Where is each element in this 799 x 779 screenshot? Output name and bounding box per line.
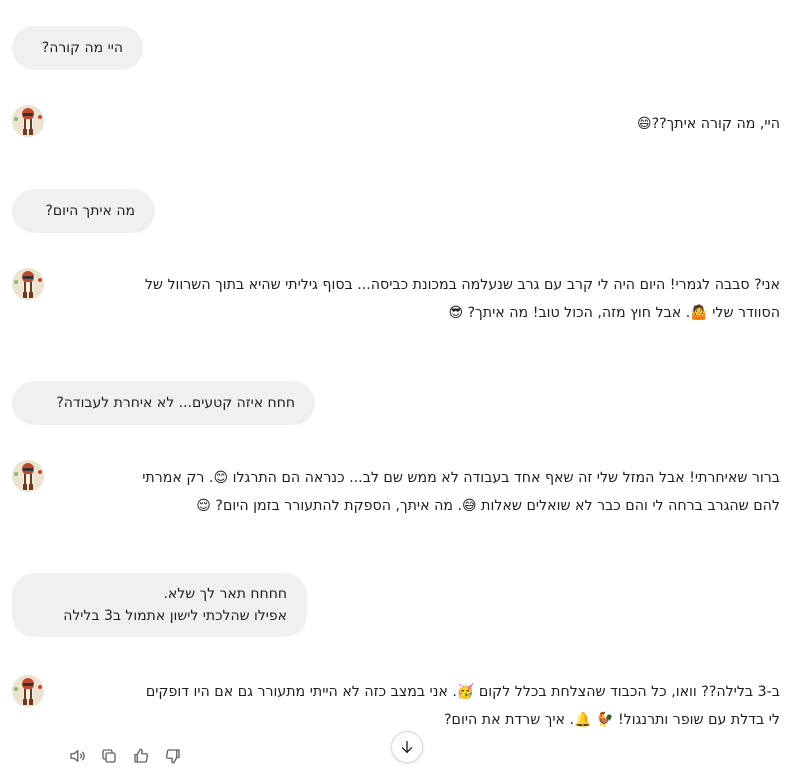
assistant-message-line: אני? סבבה לגמרי! היום היה לי קרב עם גרב … — [144, 277, 780, 293]
user-message: מה איתך היום? — [12, 189, 155, 233]
arrow-down-icon — [401, 741, 413, 753]
user-message-text: היי מה קורה? — [41, 40, 123, 56]
assistant-message-text: . איך שרדת את היום? — [444, 712, 575, 728]
assistant-message-text: ברור שאיחרתי! אבל המזל שלי זה שאף אחד בע… — [232, 470, 780, 486]
assistant-message-text: היי, מה קורה איתך? — [659, 116, 780, 132]
assistant-message-line: ב-3 בלילה?? וואו, כל הכבוד שהצלחת בכלל ל… — [70, 678, 780, 706]
message-actions — [66, 741, 184, 771]
grinning-emoji: 😄 — [636, 116, 652, 132]
assistant-message-line: ברור שאיחרתי! אבל המזל שלי זה שאף אחד בע… — [70, 464, 780, 492]
assistant-message-text: להם שהגרב ברחה לי והם כבר לא שואלים שאלו… — [481, 498, 780, 514]
user-message: היי מה קורה? — [12, 26, 143, 70]
assistant-message-text: ב-3 בלילה?? וואו, כל הכבוד שהצלחת בכלל ל… — [478, 684, 780, 700]
assistant-avatar — [12, 675, 44, 707]
assistant-message-line: להם שהגרב ברחה לי והם כבר לא שואלים שאלו… — [70, 492, 780, 520]
assistant-message-text: . רק אמרתי — [142, 470, 214, 486]
assistant-avatar — [12, 268, 44, 300]
assistant-message-text: . מה איתך, הספקת להתעורר בזמן היום? — [215, 498, 463, 514]
avatar-image — [12, 675, 44, 707]
copy-button[interactable] — [98, 741, 120, 771]
shrug-emoji: 🤷 — [690, 305, 708, 321]
assistant-avatar — [12, 105, 44, 137]
user-message: חחחח תאר לך שלא. אפילו שהלכתי לישון אתמו… — [12, 573, 307, 637]
relieved-emoji: 😌 — [196, 498, 211, 514]
speaker-icon — [70, 750, 85, 762]
assistant-avatar — [12, 460, 44, 492]
rooster-emoji: 🐓 — [596, 712, 614, 728]
assistant-message: ברור שאיחרתי! אבל המזל שלי זה שאף אחד בע… — [70, 464, 780, 520]
bell-emoji: 🔔 — [574, 712, 592, 728]
scroll-to-bottom-button[interactable] — [391, 731, 423, 763]
assistant-message-line: הסוודר שלי 🤷. אבל חוץ מזה, הכול טוב! מה … — [70, 299, 780, 327]
assistant-message-text: . אני במצב כזה לא הייתי מתעורר גם אם היו… — [145, 684, 457, 700]
user-message-line: אפילו שהלכתי לישון אתמול ב3 בלילה — [63, 608, 287, 624]
read-aloud-button[interactable] — [66, 741, 88, 771]
user-message-line: חחחח תאר לך שלא. — [163, 586, 287, 602]
thumbs-up-button[interactable] — [130, 741, 152, 771]
user-message: חחח איזה קטעים... לא איחרת לעבודה? — [12, 381, 315, 425]
party-face-emoji: 🥳 — [456, 684, 475, 700]
avatar-image — [12, 105, 44, 137]
avatar-image — [12, 460, 44, 492]
assistant-message: אני? סבבה לגמרי! היום היה לי קרב עם גרב … — [70, 271, 780, 327]
sunglasses-emoji: 😎 — [448, 305, 464, 321]
thumbs-up-icon — [134, 748, 149, 763]
assistant-message-line: לי בדלת עם שופר ותרנגול! 🐓 🔔. איך שרדת א… — [70, 706, 780, 734]
assistant-message-text: הסוודר שלי — [712, 305, 780, 321]
assistant-message: ב-3 בלילה?? וואו, כל הכבוד שהצלחת בכלל ל… — [70, 678, 780, 734]
user-message-text: מה איתך היום? — [45, 203, 135, 219]
assistant-message: היי, מה קורה איתך??😄 — [636, 116, 780, 132]
avatar-image — [12, 268, 44, 300]
smiling-emoji: 😊 — [213, 470, 229, 486]
assistant-message-text: . אבל חוץ מזה, הכול טוב! מה איתך? — [467, 305, 691, 321]
copy-icon — [102, 749, 116, 763]
thumbs-down-button[interactable] — [162, 741, 184, 771]
sweat-smile-emoji: 😅 — [462, 498, 477, 514]
thumbs-down-icon — [165, 749, 180, 764]
user-message-text: חחח איזה קטעים... לא איחרת לעבודה? — [56, 395, 295, 411]
assistant-message-text: לי בדלת עם שופר ותרנגול! — [617, 712, 780, 728]
